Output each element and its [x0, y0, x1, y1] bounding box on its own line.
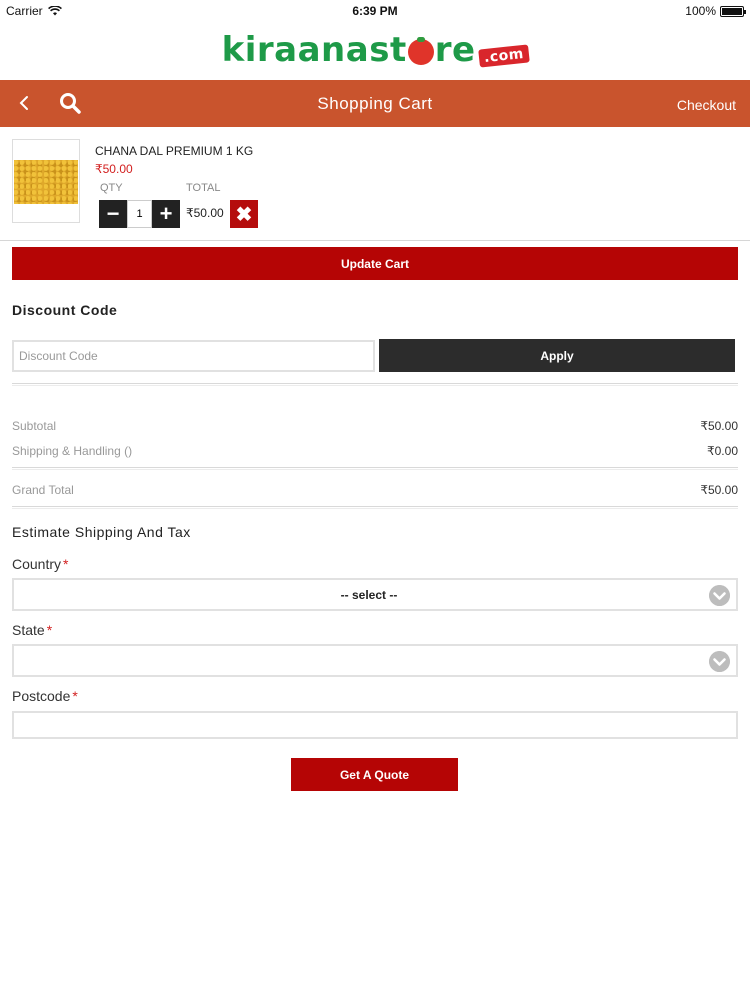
- subtotal-value: ₹50.00: [700, 419, 738, 433]
- apply-discount-button[interactable]: Apply: [379, 339, 735, 372]
- divider: [12, 383, 738, 386]
- shipping-value: ₹0.00: [707, 444, 738, 458]
- subtotal-label: Subtotal: [12, 419, 57, 433]
- postcode-input[interactable]: [12, 711, 738, 739]
- required-mark: *: [46, 622, 53, 638]
- required-mark: *: [72, 688, 78, 704]
- clock: 6:39 PM: [352, 4, 398, 18]
- header-bar: Shopping Cart Checkout: [0, 80, 750, 127]
- discount-code-input[interactable]: [12, 340, 375, 372]
- minus-icon: −: [106, 201, 120, 226]
- qty-increase-button[interactable]: +: [152, 200, 180, 228]
- quantity-input[interactable]: [127, 200, 152, 228]
- tomato-icon: [407, 37, 434, 65]
- page-title: Shopping Cart: [317, 94, 433, 113]
- estimate-heading: Estimate Shipping And Tax: [12, 524, 191, 540]
- shipping-label: Shipping & Handling (): [12, 444, 133, 458]
- get-quote-button[interactable]: Get A Quote: [291, 758, 458, 791]
- total-label: TOTAL: [186, 182, 221, 194]
- back-icon[interactable]: [14, 92, 36, 114]
- divider: [12, 506, 738, 509]
- state-label: State *: [12, 622, 52, 638]
- battery-info: 100%: [685, 4, 746, 18]
- close-icon: ✖: [235, 203, 253, 226]
- logo-dotcom: .com: [477, 44, 530, 68]
- state-label-text: State: [12, 622, 45, 638]
- remove-item-button[interactable]: ✖: [230, 200, 258, 228]
- checkout-link[interactable]: Checkout: [677, 97, 736, 113]
- country-label-text: Country: [12, 556, 62, 572]
- product-image[interactable]: [12, 139, 80, 223]
- product-price: ₹50.00: [95, 162, 133, 176]
- postcode-label-text: Postcode: [12, 688, 71, 704]
- required-mark: *: [63, 556, 69, 572]
- status-bar: Carrier 6:39 PM 100%: [0, 0, 750, 22]
- country-selected-value: -- select --: [340, 588, 398, 602]
- search-icon[interactable]: [58, 91, 82, 115]
- grand-total-value: ₹50.00: [700, 483, 738, 497]
- country-select[interactable]: -- select --: [12, 578, 738, 611]
- logo-text-part2: re: [434, 30, 476, 70]
- plus-icon: +: [159, 201, 173, 226]
- grand-total-label: Grand Total: [12, 483, 74, 497]
- product-name[interactable]: CHANA DAL PREMIUM 1 KG: [95, 144, 253, 158]
- qty-decrease-button[interactable]: −: [99, 200, 127, 228]
- item-total: ₹50.00: [186, 206, 224, 220]
- state-select[interactable]: [12, 644, 738, 677]
- logo-text-part1: kiraanast: [221, 30, 407, 70]
- update-cart-button[interactable]: Update Cart: [12, 247, 738, 280]
- store-logo[interactable]: kiraanast re .com: [0, 30, 750, 70]
- chevron-down-icon: [709, 651, 730, 672]
- discount-heading: Discount Code: [12, 302, 118, 318]
- qty-label: QTY: [100, 182, 123, 194]
- battery-percent: 100%: [685, 4, 716, 18]
- postcode-label: Postcode *: [12, 688, 78, 704]
- chevron-down-icon: [709, 585, 730, 606]
- divider: [0, 240, 750, 241]
- battery-icon: [720, 5, 746, 17]
- divider: [12, 467, 738, 470]
- country-label: Country *: [12, 556, 68, 572]
